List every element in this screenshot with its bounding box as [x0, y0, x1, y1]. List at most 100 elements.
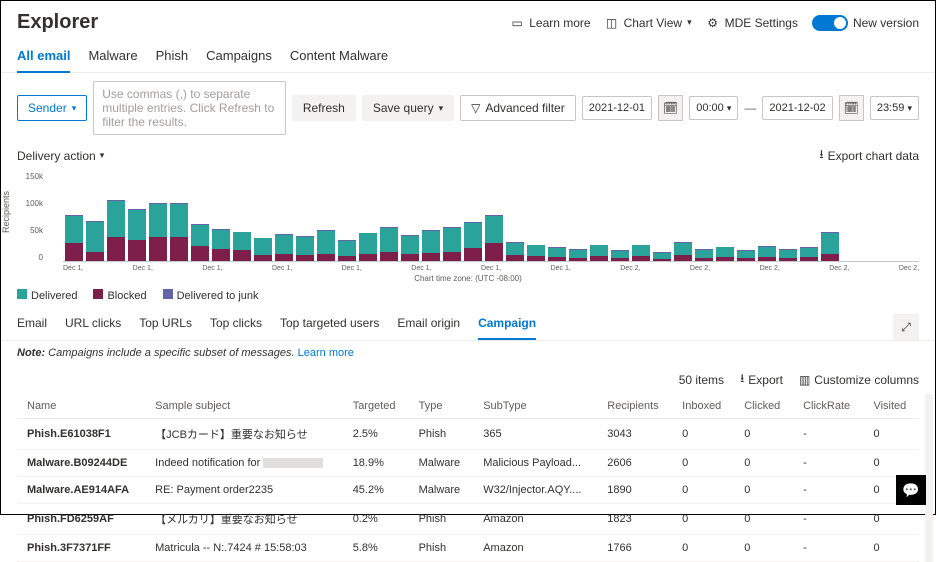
subtab-email-origin[interactable]: Email origin — [397, 316, 460, 338]
chart-bar[interactable] — [737, 250, 755, 261]
feedback-button[interactable]: 💬 — [896, 475, 926, 505]
chart-bar[interactable] — [275, 234, 293, 261]
col-clicked[interactable]: Clicked — [734, 394, 793, 419]
col-visited[interactable]: Visited — [863, 394, 919, 419]
customize-columns-link[interactable]: ▥ Customize columns — [799, 373, 919, 387]
chart-bar[interactable] — [800, 247, 818, 261]
start-time-label: 00:00 — [696, 102, 724, 114]
chart-bar[interactable] — [296, 236, 314, 261]
chart-bar[interactable] — [65, 215, 83, 261]
chart-bar[interactable] — [758, 246, 776, 261]
chevron-down-icon: ▾ — [727, 103, 732, 113]
col-sample subject[interactable]: Sample subject — [145, 394, 343, 419]
note-learn-more-link[interactable]: Learn more — [298, 347, 354, 359]
col-type[interactable]: Type — [409, 394, 474, 419]
col-inboxed[interactable]: Inboxed — [672, 394, 734, 419]
tab-campaigns[interactable]: Campaigns — [206, 42, 272, 72]
start-date-input[interactable]: 2021-12-01 — [582, 96, 652, 120]
chart-bar[interactable] — [338, 240, 356, 261]
subtab-campaign[interactable]: Campaign — [478, 316, 536, 340]
subtab-url-clicks[interactable]: URL clicks — [65, 316, 121, 338]
mde-settings-link[interactable]: ⚙MDE Settings — [706, 16, 798, 30]
calendar-icon[interactable]: 🗓 — [658, 95, 683, 121]
chart-bar[interactable] — [464, 222, 482, 261]
subtab-top-clicks[interactable]: Top clicks — [210, 316, 262, 338]
sender-label: Sender — [28, 101, 67, 115]
tab-content-malware[interactable]: Content Malware — [290, 42, 388, 72]
col-subtype[interactable]: SubType — [473, 394, 597, 419]
table-row[interactable]: Malware.B09244DEIndeed notification for … — [17, 450, 919, 477]
table-row[interactable]: Phish.FD6259AF【メルカリ】重要なお知らせ0.2%PhishAmaz… — [17, 504, 919, 535]
chart-bar[interactable] — [380, 227, 398, 261]
chart-bar[interactable] — [569, 249, 587, 261]
chart-bar[interactable] — [170, 203, 188, 261]
subtab-email[interactable]: Email — [17, 316, 47, 338]
export-table-link[interactable]: ⭳ Export — [740, 369, 783, 390]
delivery-action-dropdown[interactable]: Delivery action ▾ — [17, 149, 104, 163]
col-clickrate[interactable]: ClickRate — [793, 394, 863, 419]
table-row[interactable]: Malware.AE914AFARE: Payment order223545.… — [17, 477, 919, 504]
new-version-toggle[interactable]: New version — [812, 15, 919, 31]
chart-bar[interactable] — [527, 245, 545, 261]
chart-bar[interactable] — [590, 245, 608, 261]
chart-bar[interactable] — [548, 247, 566, 261]
chart-bar[interactable] — [86, 221, 104, 261]
save-query-button[interactable]: Save query▾ — [362, 95, 454, 121]
chart-bar[interactable] — [233, 232, 251, 261]
chart-bar[interactable] — [107, 200, 125, 261]
chart-bar[interactable] — [653, 252, 671, 261]
learn-more-link[interactable]: ▭Learn more — [510, 16, 590, 30]
expand-button[interactable]: ⤢ — [893, 314, 919, 340]
chart-bar[interactable] — [359, 233, 377, 261]
cell: - — [793, 535, 863, 562]
chart-bar[interactable] — [485, 215, 503, 261]
table-row[interactable]: Phish.E61038F1【JCBカード】重要なお知らせ2.5%Phish36… — [17, 419, 919, 450]
chart-bar[interactable] — [149, 203, 167, 261]
chart-bar[interactable] — [695, 249, 713, 261]
scrollbar[interactable] — [925, 394, 933, 562]
export-chart-link[interactable]: ⭳ Export chart data — [819, 145, 919, 166]
chart-bar[interactable] — [128, 209, 146, 261]
tab-phish[interactable]: Phish — [156, 42, 189, 72]
cell: 0 — [672, 504, 734, 535]
chart-bar[interactable] — [422, 230, 440, 261]
subtab-top-targeted-users[interactable]: Top targeted users — [280, 316, 379, 338]
refresh-button[interactable]: Refresh — [292, 95, 356, 121]
toggle-switch-icon[interactable] — [812, 15, 848, 31]
cell: 【メルカリ】重要なお知らせ — [145, 504, 343, 535]
chart-bar[interactable] — [779, 249, 797, 261]
chart-bar[interactable] — [821, 232, 839, 261]
end-time-input[interactable]: 23:59 ▾ — [870, 96, 919, 120]
chart-bar[interactable] — [506, 242, 524, 261]
chart-bar[interactable] — [317, 230, 335, 261]
chart-bar[interactable] — [443, 227, 461, 261]
cell: - — [793, 419, 863, 450]
chart-bar[interactable] — [674, 242, 692, 261]
start-time-input[interactable]: 00:00 ▾ — [689, 96, 738, 120]
chart-bar[interactable] — [716, 247, 734, 261]
cell: 5.8% — [343, 535, 409, 562]
cell: 365 — [473, 419, 597, 450]
advanced-filter-button[interactable]: ▽Advanced filter — [460, 95, 576, 121]
tab-malware[interactable]: Malware — [88, 42, 137, 72]
chart-bar[interactable] — [212, 229, 230, 261]
cell: 1766 — [597, 535, 672, 562]
sender-filter-dropdown[interactable]: Sender▾ — [17, 95, 87, 121]
chart-bar[interactable] — [401, 235, 419, 261]
chart-bar[interactable] — [611, 250, 629, 261]
chart-bar[interactable] — [632, 245, 650, 261]
table-row[interactable]: Phish.3F7371FFMatricula -- N:.7424 # 15:… — [17, 535, 919, 562]
main-tabs: All email Malware Phish Campaigns Content Ma… — [1, 38, 935, 73]
col-targeted[interactable]: Targeted — [343, 394, 409, 419]
chart-bar[interactable] — [254, 238, 272, 261]
customize-columns-label: Customize columns — [814, 373, 919, 387]
col-name[interactable]: Name — [17, 394, 145, 419]
col-recipients[interactable]: Recipients — [597, 394, 672, 419]
filter-input[interactable]: Use commas (,) to separate multiple entr… — [93, 81, 286, 135]
chart-bar[interactable] — [191, 224, 209, 261]
calendar-icon[interactable]: 🗓 — [839, 95, 864, 121]
end-date-input[interactable]: 2021-12-02 — [762, 96, 832, 120]
tab-all-email[interactable]: All email — [17, 42, 70, 73]
chart-view-dropdown[interactable]: ◫Chart View▾ — [605, 16, 692, 30]
subtab-top-urls[interactable]: Top URLs — [139, 316, 192, 338]
